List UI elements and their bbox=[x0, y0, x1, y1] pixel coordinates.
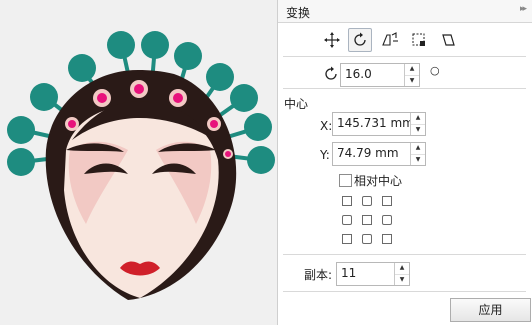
skew-tool-icon bbox=[442, 34, 455, 46]
center-x-spinner[interactable]: ▲ ▼ bbox=[410, 113, 425, 135]
size-tool-icon bbox=[412, 33, 425, 46]
copies-label: 副本: bbox=[304, 268, 333, 282]
anchor-divider bbox=[283, 254, 526, 255]
toolbar-divider bbox=[283, 56, 526, 57]
anchor-top-left[interactable] bbox=[342, 196, 352, 206]
center-y-input[interactable]: 74.79 mm ▲ ▼ bbox=[332, 142, 426, 166]
anchor-middle-right[interactable] bbox=[382, 215, 392, 225]
anchor-bottom-left[interactable] bbox=[342, 234, 352, 244]
rotation-angle-value: 16.0 bbox=[345, 67, 372, 81]
rotate-tool-button[interactable] bbox=[348, 28, 372, 52]
position-tool-icon bbox=[324, 32, 340, 48]
x-label: X: bbox=[320, 119, 333, 133]
center-y-spinner[interactable]: ▲ ▼ bbox=[410, 143, 425, 165]
opera-mask-artwork bbox=[7, 31, 275, 300]
degree-symbol: ○ bbox=[430, 64, 440, 77]
drawing-canvas[interactable] bbox=[0, 0, 276, 325]
rotation-angle-icon bbox=[325, 66, 337, 80]
teal-pompom bbox=[7, 148, 35, 176]
center-section-label: 中心 bbox=[284, 97, 309, 111]
center-x-value: 145.731 mm bbox=[337, 116, 410, 130]
anchor-bottom-right[interactable] bbox=[382, 234, 392, 244]
relative-center-checkbox[interactable] bbox=[339, 174, 352, 187]
skew-tool-button[interactable] bbox=[436, 28, 460, 52]
scale-mirror-tool-button[interactable] bbox=[378, 28, 402, 52]
relative-center-label[interactable]: 相对中心 bbox=[354, 172, 402, 189]
collapse-arrows-icon[interactable]: ▸▸ bbox=[520, 4, 527, 14]
copies-value: 11 bbox=[341, 266, 357, 280]
rotation-spinner[interactable]: ▲ ▼ bbox=[404, 64, 419, 86]
panel-title: 变换 bbox=[286, 6, 311, 20]
scale-mirror-tool-icon bbox=[382, 32, 398, 46]
anchor-middle-left[interactable] bbox=[342, 215, 352, 225]
anchor-top-center[interactable] bbox=[362, 196, 372, 206]
rotation-angle-input[interactable]: 16.0 ▲ ▼ bbox=[340, 63, 420, 87]
rotate-tool-icon bbox=[354, 32, 366, 46]
panel-header: 变换 ▸▸ bbox=[278, 0, 532, 23]
center-y-value: 74.79 mm bbox=[337, 146, 399, 160]
copies-spinner[interactable]: ▲ ▼ bbox=[394, 263, 409, 285]
y-label: Y: bbox=[320, 148, 330, 162]
size-tool-button[interactable] bbox=[407, 28, 431, 52]
apply-button[interactable]: 应用 bbox=[450, 298, 531, 322]
copies-divider bbox=[283, 291, 526, 292]
copies-input[interactable]: 11 ▲ ▼ bbox=[336, 262, 410, 286]
center-x-input[interactable]: 145.731 mm ▲ ▼ bbox=[332, 112, 426, 136]
anchor-bottom-center[interactable] bbox=[362, 234, 372, 244]
position-tool-button[interactable] bbox=[320, 28, 344, 52]
rotation-divider bbox=[283, 88, 526, 89]
anchor-top-right[interactable] bbox=[382, 196, 392, 206]
anchor-center[interactable] bbox=[362, 215, 372, 225]
